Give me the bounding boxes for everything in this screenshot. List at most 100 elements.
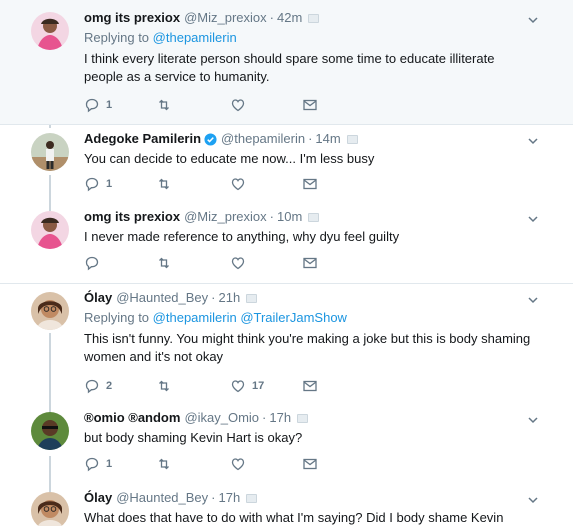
reply-count: 2 [106, 380, 113, 392]
tweet-text: I think every literate person should spa… [84, 51, 495, 84]
author-handle[interactable]: @Miz_prexiox [184, 209, 267, 225]
separator: · [308, 131, 313, 146]
reply-button[interactable]: 1 [84, 456, 112, 472]
chevron-down-icon[interactable] [527, 414, 539, 426]
tweet-text: but body shaming Kevin Hart is okay? [84, 430, 303, 445]
chevron-down-icon[interactable] [527, 213, 539, 225]
heart-icon [231, 178, 245, 191]
avatar[interactable] [31, 412, 69, 450]
author-handle[interactable]: @Haunted_Bey [116, 490, 208, 506]
author-name[interactable]: omg its prexiox [84, 10, 180, 26]
author-name[interactable]: omg its prexiox [84, 209, 180, 225]
author-name[interactable]: Adegoke Pamilerin [84, 131, 201, 147]
reply-icon [85, 457, 99, 472]
separator: · [211, 490, 216, 505]
tweet-text: What does that have to do with what I'm … [84, 510, 504, 525]
avatar[interactable] [31, 211, 69, 249]
envelope-icon [303, 458, 317, 470]
heart-icon [231, 458, 245, 471]
author-handle[interactable]: @Haunted_Bey [116, 290, 208, 306]
avatar[interactable] [31, 492, 69, 526]
mention-link[interactable]: @TrailerJamShow [240, 310, 347, 325]
like-button[interactable] [230, 176, 246, 192]
separator: · [269, 10, 274, 25]
avatar[interactable] [31, 12, 69, 50]
image-icon [246, 293, 258, 303]
author-name[interactable]: ®omio ®andom [84, 410, 180, 426]
tweet-text: I never made reference to anything, why … [84, 229, 400, 244]
author-handle[interactable]: @Miz_prexiox [184, 10, 267, 26]
heart-icon [231, 99, 245, 112]
separator: · [211, 290, 216, 305]
reply-count: 1 [106, 178, 113, 190]
replying-to: Replying to @thepamilerin [84, 29, 533, 47]
separator: · [269, 209, 274, 224]
like-button[interactable] [230, 456, 246, 472]
reply-icon [85, 98, 99, 113]
image-icon [308, 212, 320, 222]
reply-button[interactable] [84, 255, 100, 271]
reply-button[interactable]: 1 [84, 97, 112, 113]
retweet-button[interactable] [156, 255, 172, 271]
tweet[interactable]: Ólay @Haunted_Bey · 21h Replying to @the… [0, 284, 573, 404]
tweet[interactable]: Adegoke Pamilerin @thepamilerin · 14m Yo… [0, 125, 573, 203]
author-name[interactable]: Ólay [84, 490, 112, 506]
retweet-button[interactable] [156, 456, 172, 472]
timestamp[interactable]: 17h [269, 410, 291, 426]
retweet-icon [159, 458, 169, 470]
reply-icon [85, 177, 99, 192]
message-button[interactable] [302, 176, 318, 192]
tweet[interactable]: omg its prexiox @Miz_prexiox · 10m I nev… [0, 203, 573, 283]
chevron-down-icon[interactable] [527, 294, 539, 306]
retweet-icon [159, 178, 169, 190]
envelope-icon [303, 99, 317, 111]
image-icon [308, 13, 320, 23]
image-icon [346, 134, 358, 144]
retweet-icon [159, 257, 169, 269]
envelope-icon [303, 380, 317, 392]
author-handle[interactable]: @ikay_Omio [184, 410, 259, 426]
verified-badge-icon [204, 132, 217, 146]
message-button[interactable] [302, 97, 318, 113]
avatar[interactable] [31, 133, 69, 171]
chevron-down-icon[interactable] [527, 494, 539, 506]
chevron-down-icon[interactable] [527, 135, 539, 147]
retweet-icon [159, 380, 169, 392]
message-button[interactable] [302, 255, 318, 271]
message-button[interactable] [302, 456, 318, 472]
tweet[interactable]: ®omio ®andom @ikay_Omio · 17h but body s… [0, 404, 573, 484]
image-icon [246, 493, 258, 503]
timestamp[interactable]: 14m [315, 131, 340, 147]
mention-link[interactable]: @thepamilerin [153, 310, 237, 325]
tweet-text: This isn't funny. You might think you're… [84, 331, 531, 364]
replying-to: Replying to @thepamilerin @TrailerJamSho… [84, 309, 533, 327]
avatar[interactable] [31, 292, 69, 330]
separator: · [262, 410, 267, 425]
reply-icon [85, 256, 99, 271]
tweet[interactable]: omg its prexiox @Miz_prexiox · 42m Reply… [0, 0, 573, 124]
author-name[interactable]: Ólay [84, 290, 112, 306]
like-count: 17 [252, 380, 265, 392]
reply-button[interactable]: 1 [84, 176, 112, 192]
like-button[interactable] [230, 97, 246, 113]
like-button[interactable]: 17 [230, 378, 264, 394]
envelope-icon [303, 257, 317, 269]
timestamp[interactable]: 21h [219, 290, 241, 306]
tweet-text: You can decide to educate me now... I'm … [84, 151, 375, 166]
mention-link[interactable]: @thepamilerin [153, 30, 237, 45]
author-handle[interactable]: @thepamilerin [221, 131, 305, 147]
message-button[interactable] [302, 378, 318, 394]
retweet-button[interactable] [156, 97, 172, 113]
retweet-button[interactable] [156, 176, 172, 192]
replying-to-label: Replying to [84, 310, 150, 325]
retweet-button[interactable] [156, 378, 172, 394]
like-button[interactable] [230, 255, 246, 271]
chevron-down-icon[interactable] [527, 14, 539, 26]
retweet-icon [159, 99, 169, 111]
image-icon [297, 413, 309, 423]
timestamp[interactable]: 10m [277, 209, 302, 225]
tweet[interactable]: Ólay @Haunted_Bey · 17h What does that h… [0, 484, 573, 526]
timestamp[interactable]: 17h [219, 490, 241, 506]
reply-button[interactable]: 2 [84, 378, 112, 394]
timestamp[interactable]: 42m [277, 10, 302, 26]
